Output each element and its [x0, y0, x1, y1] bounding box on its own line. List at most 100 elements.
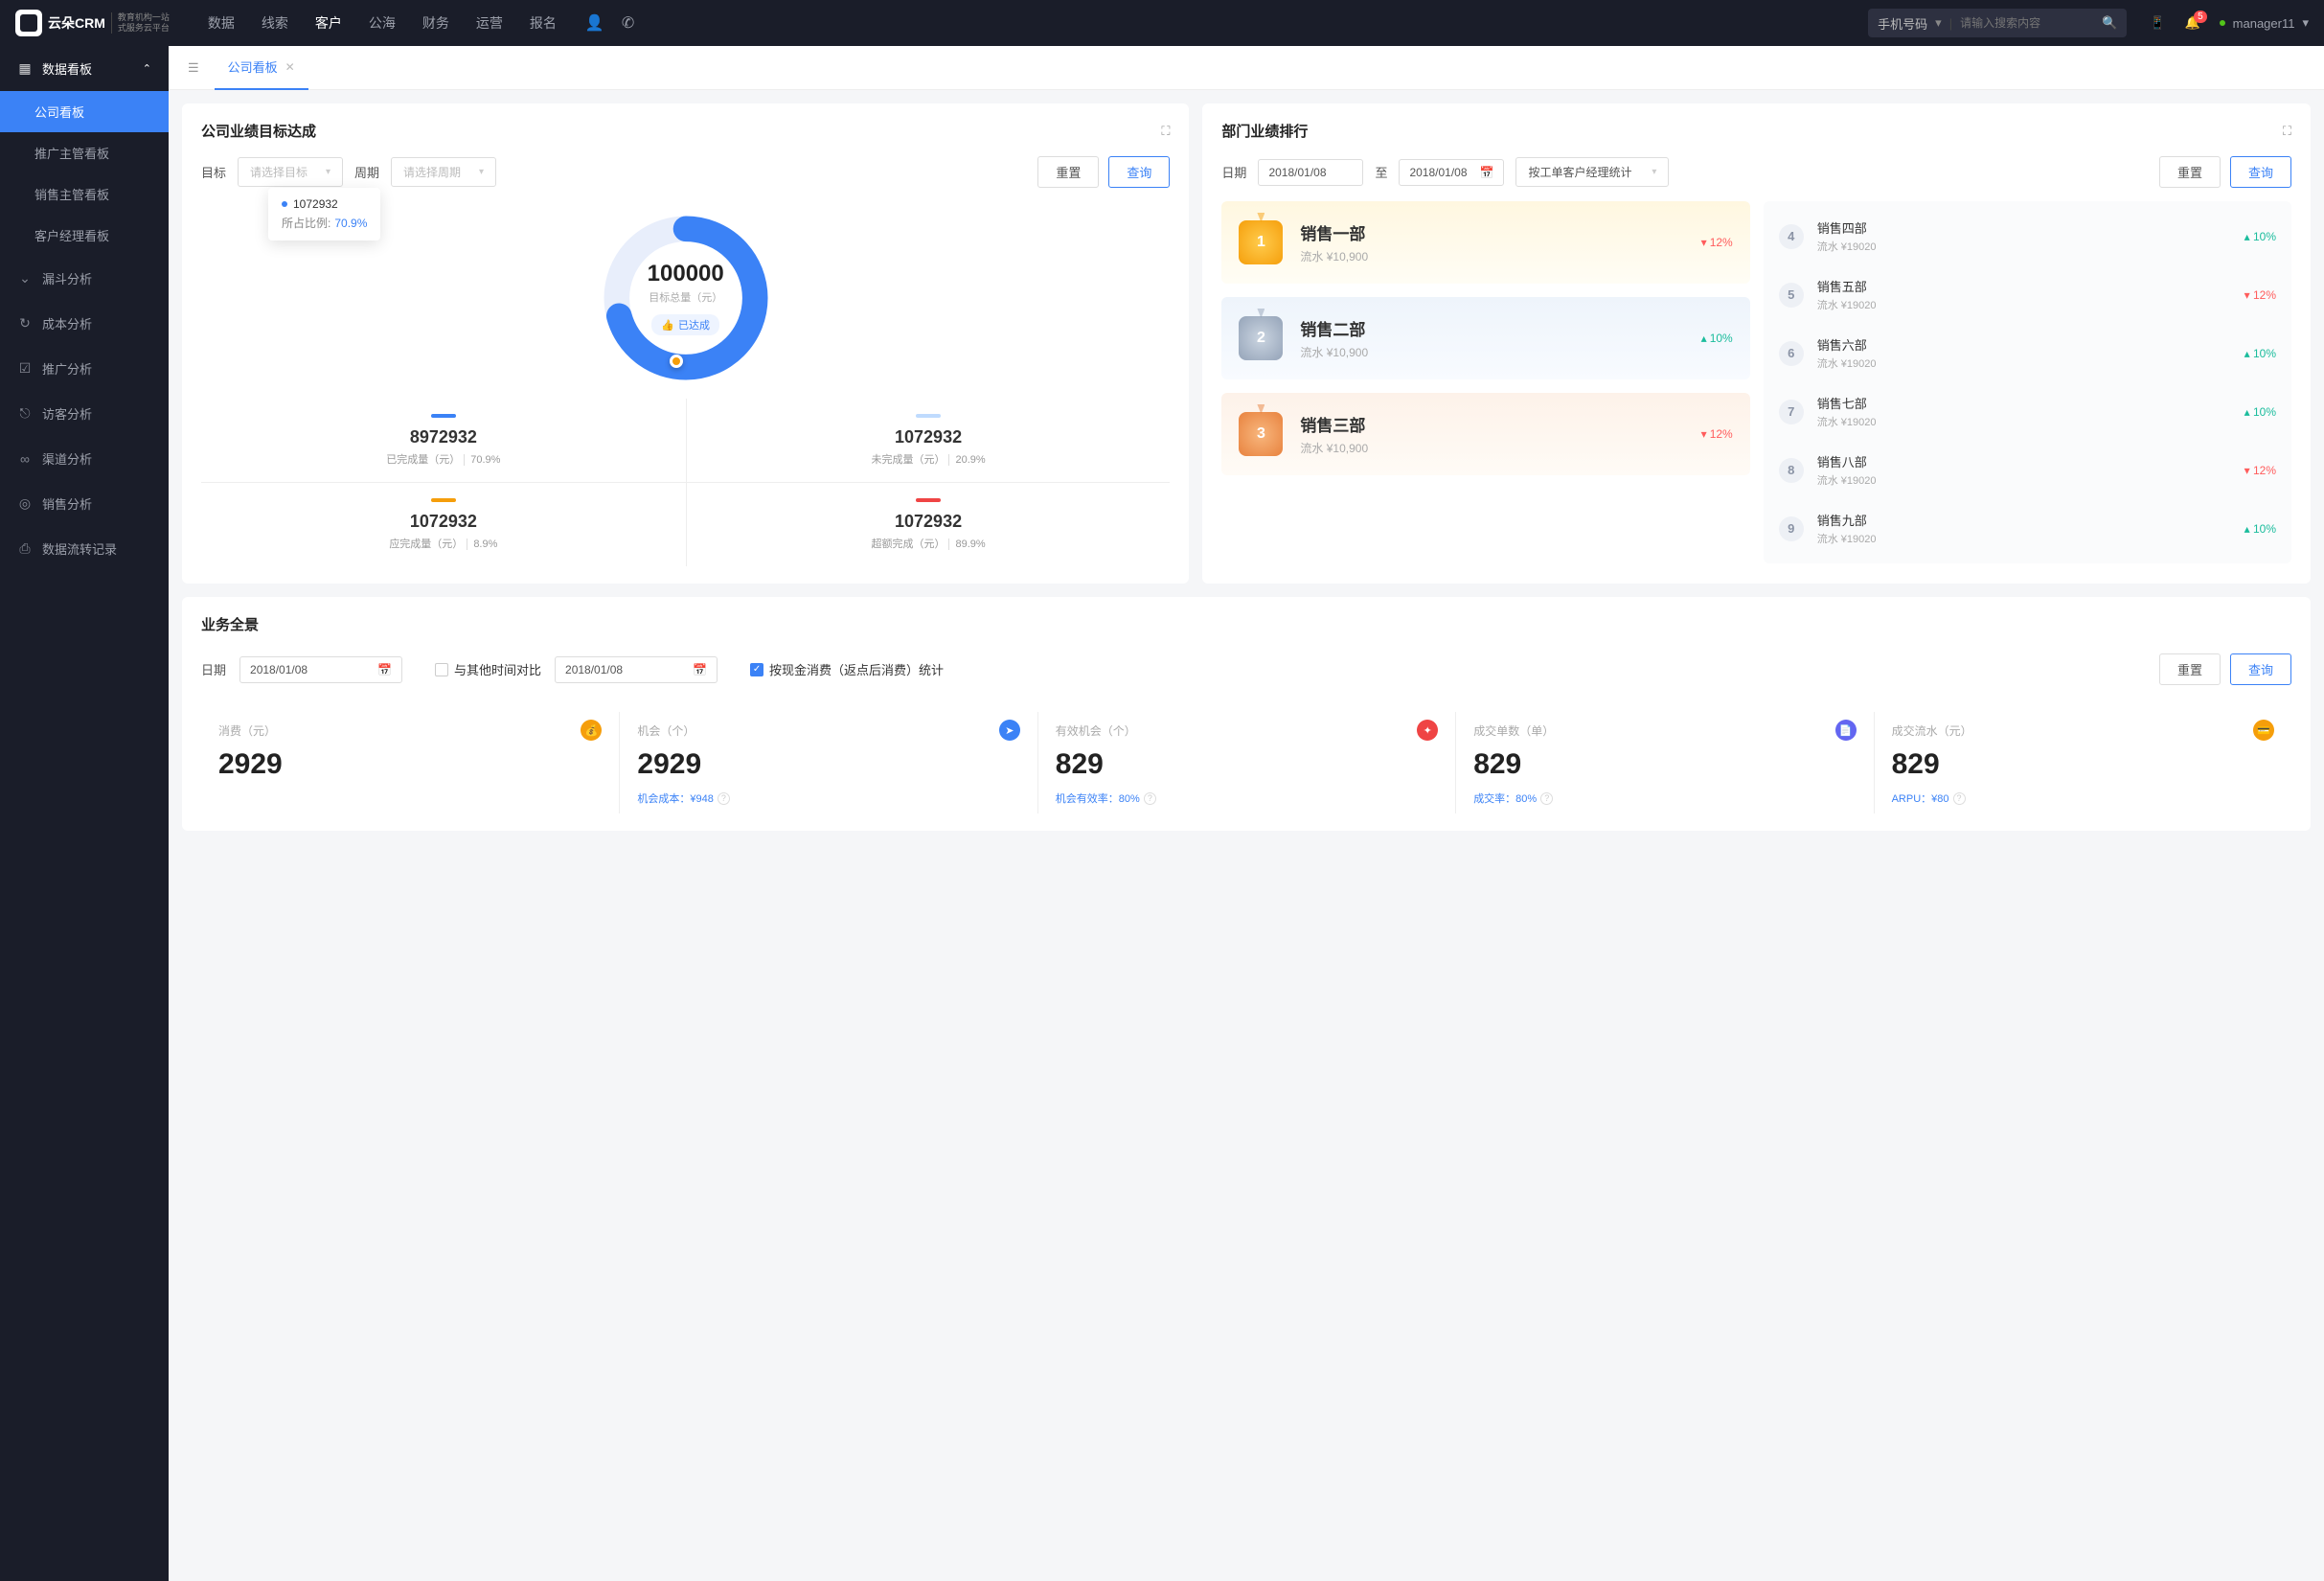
- date-to[interactable]: 2018/01/08📅: [1399, 159, 1504, 186]
- user-icon[interactable]: 👤: [585, 13, 604, 33]
- panorama-title: 业务全景: [201, 614, 259, 634]
- sidebar-flow[interactable]: ⎙数据流转记录: [0, 526, 169, 571]
- sidebar-promo[interactable]: ☑推广分析: [0, 346, 169, 391]
- channel-icon: ∞: [17, 451, 33, 467]
- device-icon[interactable]: 📱: [2150, 15, 2165, 31]
- sidebar-sales[interactable]: ◎销售分析: [0, 481, 169, 526]
- sidebar-channel[interactable]: ∞渠道分析: [0, 436, 169, 481]
- select-period[interactable]: 请选择周期▾: [391, 157, 496, 187]
- kpi-3: 成交单数（单） 📄 829 成交率：80% ?: [1455, 712, 1873, 813]
- metric-done: 8972932 已完成量（元）70.9%: [201, 399, 686, 482]
- metrics-grid: 8972932 已完成量（元）70.9% 1072932 未完成量（元）20.9…: [201, 399, 1170, 566]
- donut-chart: 1072932 所占比例:70.9% 100000 目标总量（元） 👍已达成: [201, 188, 1170, 399]
- query-button[interactable]: 查询: [1108, 156, 1170, 188]
- dashboard-icon: ▦: [17, 61, 33, 77]
- kpi-value: 829: [1892, 748, 2274, 781]
- medal-bronze-icon: 3: [1239, 412, 1283, 456]
- chevron-down-icon[interactable]: ▾: [1935, 15, 1942, 31]
- rank-row[interactable]: 9 销售九部流水 ¥19020 ▴ 10%: [1764, 499, 2291, 558]
- brand-name: 云朵CRM: [48, 13, 105, 33]
- delta-up: ▴ 10%: [2244, 230, 2276, 243]
- compare-checkbox[interactable]: 与其他时间对比: [435, 660, 541, 678]
- select-target[interactable]: 请选择目标▾: [238, 157, 343, 187]
- close-icon[interactable]: ✕: [285, 60, 295, 74]
- chevron-up-icon: ⌃: [143, 62, 151, 75]
- metric-extra: 1072932 超额完成（元）89.9%: [686, 482, 1171, 566]
- rank-2[interactable]: 2 销售二部流水 ¥10,900 ▴ 10%: [1221, 297, 1749, 379]
- rank-number: 5: [1779, 283, 1804, 308]
- delta-down: ▾ 12%: [2244, 464, 2276, 477]
- delta-down: ▾ 12%: [2244, 288, 2276, 302]
- visitor-icon: ⎋: [17, 406, 33, 422]
- query-button[interactable]: 查询: [2230, 156, 2291, 188]
- pano-date1[interactable]: 2018/01/08📅: [239, 656, 402, 683]
- chevron-down-icon: ▾: [479, 167, 484, 177]
- reset-button[interactable]: 重置: [2159, 653, 2221, 685]
- sidebar-group-dashboard[interactable]: ▦ 数据看板 ⌃: [0, 46, 169, 91]
- logo[interactable]: 云朵CRM 教育机构一站式服务云平台: [15, 10, 170, 36]
- reset-button[interactable]: 重置: [2159, 156, 2221, 188]
- reset-button[interactable]: 重置: [1037, 156, 1099, 188]
- clock-icon: ↻: [17, 316, 33, 332]
- metric-should: 1072932 应完成量（元）8.9%: [201, 482, 686, 566]
- rank-row[interactable]: 7 销售七部流水 ¥19020 ▴ 10%: [1764, 382, 2291, 441]
- rank-row[interactable]: 8 销售八部流水 ¥19020 ▾ 12%: [1764, 441, 2291, 499]
- nav-finance[interactable]: 财务: [422, 13, 449, 33]
- sidebar-funnel[interactable]: ⌄漏斗分析: [0, 256, 169, 301]
- topbar: 云朵CRM 教育机构一站式服务云平台 数据 线索 客户 公海 财务 运营 报名 …: [0, 0, 2324, 46]
- kpi-value: 829: [1056, 748, 1438, 781]
- sidebar-item-company[interactable]: 公司看板: [0, 91, 169, 132]
- kpi-4: 成交流水（元） 💳 829 ARPU：¥80 ?: [1874, 712, 2291, 813]
- calendar-icon: 📅: [1480, 166, 1494, 179]
- sales-icon: ◎: [17, 496, 33, 512]
- help-icon: ?: [1540, 792, 1553, 805]
- card-target-title: 公司业绩目标达成: [201, 121, 316, 141]
- kpi-value: 829: [1473, 748, 1856, 781]
- rank-1[interactable]: 1 销售一部流水 ¥10,900 ▾ 12%: [1221, 201, 1749, 284]
- select-groupby[interactable]: 按工单客户经理统计▾: [1515, 157, 1669, 187]
- sidebar-item-promo-lead[interactable]: 推广主管看板: [0, 132, 169, 173]
- nav-data[interactable]: 数据: [208, 13, 235, 33]
- menu-icon[interactable]: ☰: [178, 55, 209, 81]
- rest-list: 4 销售四部流水 ¥19020 ▴ 10% 5 销售五部流水 ¥19020 ▾ …: [1764, 201, 2291, 563]
- nav-enroll[interactable]: 报名: [530, 13, 557, 33]
- search-input[interactable]: [1960, 16, 2094, 30]
- pano-date2[interactable]: 2018/01/08📅: [555, 656, 718, 683]
- rank-row[interactable]: 4 销售四部流水 ¥19020 ▴ 10%: [1764, 207, 2291, 265]
- user-menu[interactable]: manager11 ▾: [2220, 15, 2309, 31]
- delta-up: ▴ 10%: [2244, 347, 2276, 360]
- kpi-icon: 💳: [2253, 720, 2274, 741]
- search-type[interactable]: 手机号码: [1878, 14, 1927, 33]
- delta-up: ▴ 10%: [1701, 332, 1733, 345]
- donut-knob: [670, 355, 683, 368]
- kpi-icon: 💰: [581, 720, 602, 741]
- kpi-icon: 📄: [1835, 720, 1857, 741]
- query-button[interactable]: 查询: [2230, 653, 2291, 685]
- calendar-icon: 📅: [377, 663, 392, 676]
- kpi-grid: 消费（元） 💰 2929 机会（个） ➤ 2929 机会成本：¥948 ? 有效…: [201, 712, 2291, 813]
- sidebar-cost[interactable]: ↻成本分析: [0, 301, 169, 346]
- rank-row[interactable]: 6 销售六部流水 ¥19020 ▴ 10%: [1764, 324, 2291, 382]
- bell-icon[interactable]: 🔔5: [2184, 15, 2199, 31]
- rank-row[interactable]: 5 销售五部流水 ¥19020 ▾ 12%: [1764, 265, 2291, 324]
- search-icon[interactable]: 🔍: [2102, 15, 2117, 31]
- top-right: 📱 🔔5 manager11 ▾: [2150, 15, 2309, 31]
- expand-icon[interactable]: ⛶: [1161, 124, 1170, 139]
- sidebar-visitor[interactable]: ⎋访客分析: [0, 391, 169, 436]
- nav-ops[interactable]: 运营: [476, 13, 503, 33]
- kpi-foot: 机会有效率：80% ?: [1056, 790, 1438, 806]
- phone-icon[interactable]: ✆: [622, 13, 634, 33]
- date-from[interactable]: 2018/01/08: [1258, 159, 1363, 186]
- kpi-1: 机会（个） ➤ 2929 机会成本：¥948 ?: [619, 712, 1037, 813]
- nav-leads[interactable]: 线索: [262, 13, 288, 33]
- sidebar-item-sales-lead[interactable]: 销售主管看板: [0, 173, 169, 215]
- cash-checkbox[interactable]: 按现金消费（返点后消费）统计: [750, 660, 944, 678]
- sidebar-item-account-mgr[interactable]: 客户经理看板: [0, 215, 169, 256]
- tab-company[interactable]: 公司看板 ✕: [215, 46, 308, 90]
- status-dot: [2220, 20, 2225, 26]
- expand-icon[interactable]: ⛶: [2283, 124, 2291, 139]
- rank-number: 9: [1779, 516, 1804, 541]
- rank-3[interactable]: 3 销售三部流水 ¥10,900 ▾ 12%: [1221, 393, 1749, 475]
- nav-customers[interactable]: 客户: [315, 13, 342, 33]
- nav-pool[interactable]: 公海: [369, 13, 396, 33]
